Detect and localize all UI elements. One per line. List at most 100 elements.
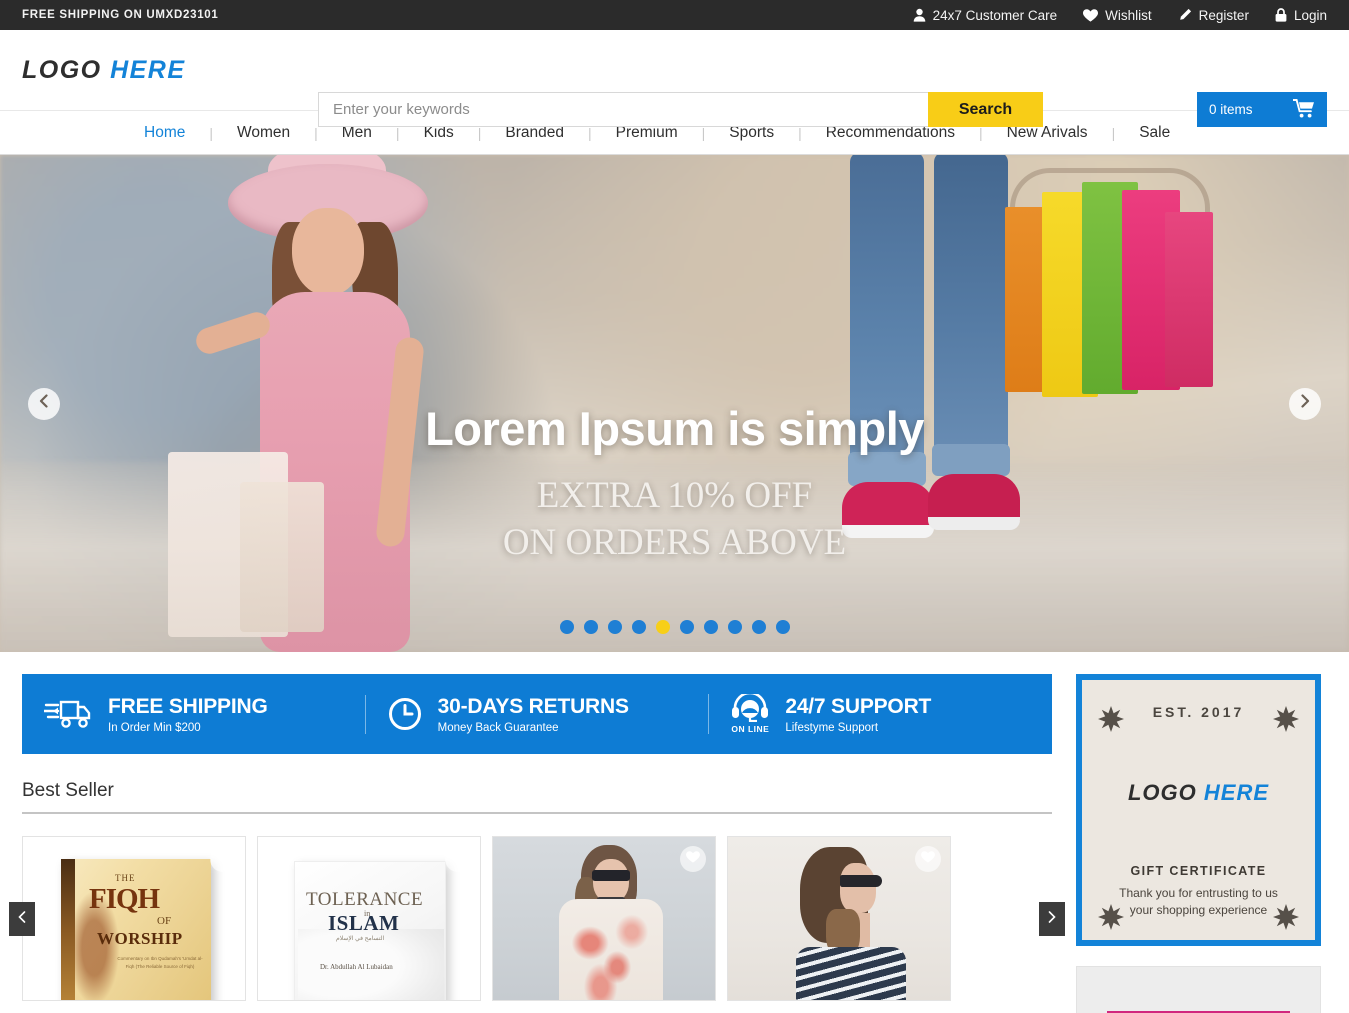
star-ornament-icon xyxy=(1273,904,1299,930)
carousel-dot[interactable] xyxy=(655,620,670,634)
top-utility-bar: FREE SHIPPING ON UMXD23101 24x7 Customer… xyxy=(0,0,1349,30)
nav-item-home[interactable]: Home xyxy=(120,124,209,142)
wishlist-button[interactable] xyxy=(915,846,941,872)
carousel-dot[interactable] xyxy=(559,620,574,634)
book2-line-author: Dr. Abdullah Al Lubaidan xyxy=(320,963,393,971)
clock-icon xyxy=(388,697,422,731)
heart-icon xyxy=(686,850,700,868)
feature-title: FREE SHIPPING xyxy=(108,694,268,718)
sidebar: EST. 2017 LOGO HERE GIFT CERTIFICATE Tha… xyxy=(1076,674,1321,1013)
carousel-dot[interactable] xyxy=(703,620,718,634)
best-seller-header: Best Seller xyxy=(22,780,1052,814)
feature-desc: Lifestyme Support xyxy=(785,721,879,734)
wishlist-link[interactable]: Wishlist xyxy=(1083,8,1152,23)
main-column: FREE SHIPPING In Order Min $200 30-DAYS RE… xyxy=(9,674,1065,1013)
gift-certificate-card[interactable]: EST. 2017 LOGO HERE GIFT CERTIFICATE Tha… xyxy=(1076,674,1321,946)
star-ornament-icon xyxy=(1273,706,1299,732)
site-logo[interactable]: LOGO HERE xyxy=(22,56,186,85)
book1-line-sub: WORSHIP xyxy=(97,929,183,948)
carousel-dots xyxy=(0,620,1349,634)
star-ornament-icon xyxy=(1098,706,1124,732)
book2-line-arabic: التسامح في الإسلام xyxy=(336,936,385,942)
page-title: Best Seller xyxy=(22,780,114,801)
logo-secondary-text: HERE xyxy=(110,55,186,84)
gift-logo-primary: LOGO xyxy=(1127,780,1197,805)
product-card[interactable]: TOLERANCE ISLAM in التسامح في الإسلام Dr… xyxy=(257,836,481,1001)
feature-badge: ON LINE xyxy=(731,724,770,734)
book1-line-of: OF xyxy=(157,915,172,927)
wishlist-button[interactable] xyxy=(210,846,236,872)
gift-logo-secondary: HERE xyxy=(1203,780,1270,805)
heart-icon xyxy=(921,850,935,868)
heart-icon xyxy=(1083,8,1099,22)
feature-text: 24/7 SUPPORT Lifestyme Support xyxy=(785,695,931,734)
carousel-dot[interactable] xyxy=(631,620,646,634)
feature-24-7-support: ON LINE 24/7 SUPPORT Lifestyme Support xyxy=(708,694,1052,734)
product-card[interactable] xyxy=(727,836,951,1001)
product-card[interactable]: THE FIQH OF WORSHIP Commentary on Ibn Qu… xyxy=(22,836,246,1001)
nav-item-women[interactable]: Women xyxy=(213,124,314,142)
gift-message: Thank you for entrusting to us your shop… xyxy=(1119,886,1278,917)
feature-desc: In Order Min $200 xyxy=(108,721,201,734)
hero-caption: Lorem Ipsum is simply EXTRA 10% OFF ON O… xyxy=(0,401,1349,567)
register-label: Register xyxy=(1198,7,1249,23)
search-bar: Search xyxy=(318,92,1043,127)
book1-line-title: FIQH xyxy=(89,883,160,915)
top-links: 24x7 Customer Care Wishlist Register Log… xyxy=(913,8,1327,23)
arrow-left-icon xyxy=(17,910,27,928)
search-input[interactable] xyxy=(318,92,928,127)
sidebar-promo-panel[interactable] xyxy=(1076,966,1321,1013)
hero-subtitle: EXTRA 10% OFF ON ORDERS ABOVE xyxy=(0,472,1349,567)
book1-line-commentary: Commentary on Ibn Qudamah's 'Umdat al-Fi… xyxy=(117,956,203,970)
book2-line-title: TOLERANCE xyxy=(306,889,424,910)
products-prev-button[interactable] xyxy=(9,901,35,936)
best-seller-carousel: THE FIQH OF WORSHIP Commentary on Ibn Qu… xyxy=(9,836,1065,1001)
star-ornament-icon xyxy=(1098,904,1124,930)
wishlist-button[interactable] xyxy=(445,846,471,872)
logo-primary-text: LOGO xyxy=(22,55,102,84)
headset-icon: ON LINE xyxy=(731,694,769,734)
carousel-dot[interactable] xyxy=(775,620,790,634)
pencil-icon xyxy=(1178,8,1192,22)
wishlist-button[interactable] xyxy=(680,846,706,872)
gift-heading: GIFT CERTIFICATE xyxy=(1130,864,1267,878)
lower-content: FREE SHIPPING In Order Min $200 30-DAYS RE… xyxy=(0,652,1349,1013)
product-card[interactable] xyxy=(492,836,716,1001)
login-link[interactable]: Login xyxy=(1275,8,1327,23)
heart-icon xyxy=(451,850,465,868)
cart-count-label: 0 items xyxy=(1209,102,1253,117)
carousel-dot[interactable] xyxy=(679,620,694,634)
cart-button[interactable]: 0 items xyxy=(1197,92,1327,127)
promo-text: FREE SHIPPING ON UMXD23101 xyxy=(22,9,219,21)
login-label: Login xyxy=(1293,7,1327,23)
feature-title: 30-DAYS RETURNS xyxy=(437,694,629,718)
register-link[interactable]: Register xyxy=(1178,8,1249,23)
lock-icon xyxy=(1275,8,1287,22)
wishlist-label: Wishlist xyxy=(1105,7,1152,23)
feature-title: 24/7 SUPPORT xyxy=(785,694,932,718)
feature-30-days-returns: 30-DAYS RETURNS Money Back Guarantee xyxy=(364,694,709,734)
user-icon xyxy=(913,8,926,22)
nav-item-sale[interactable]: Sale xyxy=(1115,124,1194,142)
feature-desc: Money Back Guarantee xyxy=(437,721,559,734)
customer-care-link[interactable]: 24x7 Customer Care xyxy=(913,8,1057,23)
carousel-dot[interactable] xyxy=(583,620,598,634)
book1-line-the: THE xyxy=(115,873,136,883)
products-next-button[interactable] xyxy=(1039,901,1065,936)
book2-line-in: in xyxy=(364,909,371,918)
truck-icon xyxy=(44,697,92,731)
site-header: LOGO HERE Search 0 items xyxy=(0,30,1349,127)
hero-title: Lorem Ipsum is simply xyxy=(425,402,924,455)
carousel-dot[interactable] xyxy=(727,620,742,634)
feature-free-shipping: FREE SHIPPING In Order Min $200 xyxy=(22,695,365,734)
search-button[interactable]: Search xyxy=(928,92,1043,127)
hero-carousel: Lorem Ipsum is simply EXTRA 10% OFF ON O… xyxy=(0,155,1349,652)
carousel-dot[interactable] xyxy=(607,620,622,634)
feature-text: FREE SHIPPING In Order Min $200 xyxy=(108,695,268,734)
feature-strip: FREE SHIPPING In Order Min $200 30-DAYS RE… xyxy=(22,674,1052,754)
shopping-cart-icon xyxy=(1292,98,1315,121)
carousel-dot[interactable] xyxy=(751,620,766,634)
arrow-right-icon xyxy=(1047,910,1057,928)
heart-icon xyxy=(216,850,230,868)
hero-subtitle-line1: EXTRA 10% OFF xyxy=(536,475,813,516)
